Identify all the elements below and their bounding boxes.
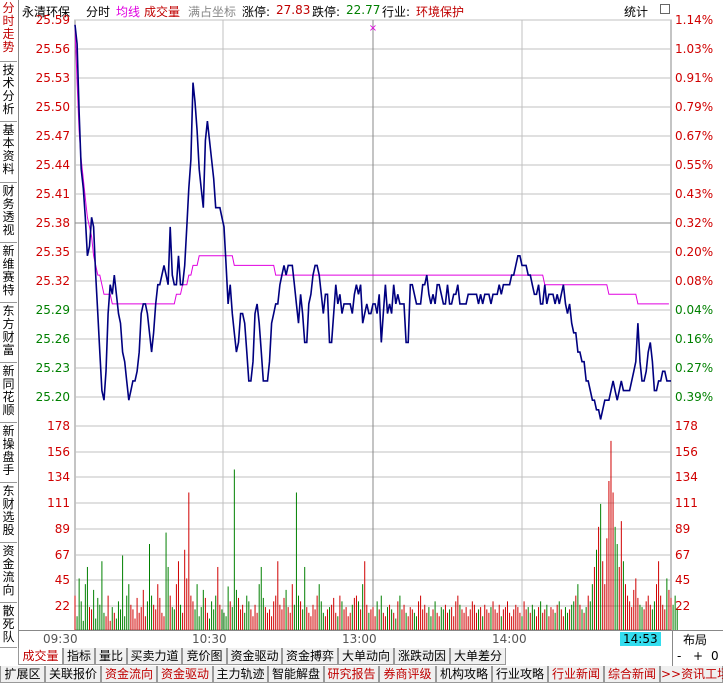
volume-tick-label-right: 67 bbox=[675, 548, 690, 562]
pct-tick-label: 0.55% bbox=[675, 158, 713, 172]
pct-tick-label: 0.43% bbox=[675, 187, 713, 201]
pct-tick-label: 1.14% bbox=[675, 13, 713, 27]
pct-tick-label: 0.04% bbox=[675, 303, 713, 317]
price-tick-label: 25.53 bbox=[36, 71, 70, 85]
indicator-tab-bar: 成交量 指标 量比 买卖力道 竞价图 资金驱动 资金搏弈 大单动向 涨跌动因 大单差分 bbox=[18, 648, 723, 666]
price-tick-label: 25.44 bbox=[36, 158, 70, 172]
indicator-tab[interactable]: 资金驱动 bbox=[227, 648, 282, 665]
time-tick-label: 10:30 bbox=[192, 632, 227, 646]
volume-tick-label: 134 bbox=[47, 470, 70, 484]
time-axis: 09:30 10:30 13:00 14:00 14:53 bbox=[18, 630, 723, 647]
info-tab[interactable]: 关联报价 bbox=[45, 666, 101, 683]
indicator-tab[interactable]: 量比 bbox=[95, 648, 127, 665]
info-tab[interactable]: 主力轨迹 bbox=[213, 666, 268, 683]
indicator-tab[interactable]: 成交量 bbox=[18, 648, 63, 665]
cursor-marker: × bbox=[369, 23, 377, 34]
pct-tick-label: 0.39% bbox=[675, 390, 713, 404]
volume-tick-label-right: 111 bbox=[675, 496, 698, 510]
volume-tick-label-right: 45 bbox=[675, 573, 690, 587]
volume-tick-label: 156 bbox=[47, 445, 70, 459]
volume-tick-label: 178 bbox=[47, 419, 70, 433]
pct-tick-label: 0.91% bbox=[675, 71, 713, 85]
price-tick-label: 25.38 bbox=[36, 216, 70, 230]
layout-label: 布局 bbox=[683, 633, 708, 647]
price-tick-label: 25.32 bbox=[36, 274, 70, 288]
price-tick-label: 25.29 bbox=[36, 303, 70, 317]
info-tab-bar: 扩展区 关联报价 资金流向 资金驱动 主力轨迹 智能解盘 研究报告 券商评级 机构攻略 行业攻略行… bbox=[0, 666, 723, 684]
intraday-chart[interactable]: 25.59 1.14% 25.56 1.03% 25.53 0.91% 25.50 0.79%… bbox=[0, 0, 723, 630]
price-tick-label: 25.35 bbox=[36, 245, 70, 259]
time-tick-label: 14:00 bbox=[492, 632, 527, 646]
volume-tick-label: 45 bbox=[55, 573, 70, 587]
info-tab[interactable]: 券商评级 bbox=[379, 666, 436, 683]
volume-tick-label: 22 bbox=[55, 599, 70, 613]
info-tab[interactable]: 行业攻略 bbox=[492, 666, 548, 683]
info-tab[interactable]: 综合新闻 bbox=[604, 666, 660, 683]
pct-tick-label: 0.20% bbox=[675, 245, 713, 259]
volume-tick-label-right: 156 bbox=[675, 445, 698, 459]
indicator-tab[interactable]: 资金搏弈 bbox=[282, 648, 338, 665]
indicator-tab[interactable]: 指标 bbox=[63, 648, 95, 665]
info-tab[interactable]: 资金流向 bbox=[101, 666, 157, 683]
indicator-tab[interactable]: 买卖力道 bbox=[127, 648, 182, 665]
price-tick-label: 25.47 bbox=[36, 129, 70, 143]
info-tab[interactable]: 机构攻略 bbox=[436, 666, 492, 683]
indicator-tab[interactable]: 大单差分 bbox=[450, 648, 506, 665]
pct-tick-label: 0.27% bbox=[675, 361, 713, 375]
volume-tick-label: 67 bbox=[55, 548, 70, 562]
time-tick-label: 13:00 bbox=[342, 632, 377, 646]
price-tick-label: 25.56 bbox=[36, 42, 70, 56]
volume-tick-label: 111 bbox=[47, 496, 70, 510]
time-tick-label: 09:30 bbox=[43, 632, 78, 646]
indicator-tab[interactable]: 大单动向 bbox=[338, 648, 394, 665]
pct-tick-label: 0.79% bbox=[675, 100, 713, 114]
pct-tick-label: 0.67% bbox=[675, 129, 713, 143]
info-tab[interactable]: >>资讯工场 bbox=[660, 666, 723, 683]
pct-tick-label: 0.32% bbox=[675, 216, 713, 230]
info-tab[interactable]: 资金驱动 bbox=[157, 666, 213, 683]
pct-tick-label: 0.08% bbox=[675, 274, 713, 288]
price-tick-label: 25.23 bbox=[36, 361, 70, 375]
price-tick-label: 25.26 bbox=[36, 332, 70, 346]
current-time-badge: 14:53 bbox=[620, 632, 661, 646]
price-tick-label: 25.59 bbox=[36, 13, 70, 27]
pct-tick-label: 0.16% bbox=[675, 332, 713, 346]
volume-tick-label-right: 89 bbox=[675, 522, 690, 536]
volume-tick-label: 89 bbox=[55, 522, 70, 536]
indicator-tab[interactable]: 竞价图 bbox=[182, 648, 227, 665]
info-tab[interactable]: 扩展区 bbox=[0, 666, 45, 683]
average-price-line bbox=[74, 24, 669, 305]
info-tab[interactable]: 智能解盘 bbox=[268, 666, 324, 683]
indicator-tab[interactable]: 涨跌动因 bbox=[394, 648, 450, 665]
volume-tick-label-right: 178 bbox=[675, 419, 698, 433]
pct-tick-label: 1.03% bbox=[675, 42, 713, 56]
info-tab[interactable]: 行业新闻 bbox=[548, 666, 604, 683]
volume-tick-label-right: 134 bbox=[675, 470, 698, 484]
info-tab[interactable]: 研究报告 bbox=[324, 666, 379, 683]
price-tick-label: 25.41 bbox=[36, 187, 70, 201]
price-tick-label: 25.50 bbox=[36, 100, 70, 114]
price-tick-label: 25.20 bbox=[36, 390, 70, 404]
